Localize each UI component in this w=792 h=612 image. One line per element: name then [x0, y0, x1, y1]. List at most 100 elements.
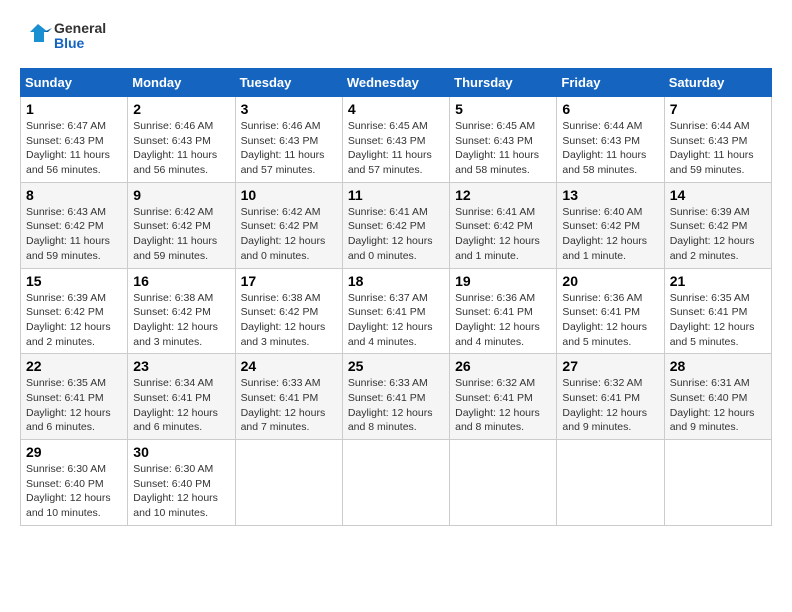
column-header-monday: Monday: [128, 69, 235, 97]
day-info: Sunrise: 6:35 AM Sunset: 6:41 PM Dayligh…: [26, 376, 122, 435]
day-number: 11: [348, 187, 444, 203]
day-info: Sunrise: 6:45 AM Sunset: 6:43 PM Dayligh…: [455, 119, 551, 178]
logo-bird-icon: [20, 20, 52, 52]
day-info: Sunrise: 6:42 AM Sunset: 6:42 PM Dayligh…: [241, 205, 337, 264]
day-info: Sunrise: 6:44 AM Sunset: 6:43 PM Dayligh…: [562, 119, 658, 178]
calendar-cell: 10 Sunrise: 6:42 AM Sunset: 6:42 PM Dayli…: [235, 182, 342, 268]
day-info: Sunrise: 6:36 AM Sunset: 6:41 PM Dayligh…: [455, 291, 551, 350]
day-number: 25: [348, 358, 444, 374]
column-header-thursday: Thursday: [450, 69, 557, 97]
day-info: Sunrise: 6:47 AM Sunset: 6:43 PM Dayligh…: [26, 119, 122, 178]
day-info: Sunrise: 6:35 AM Sunset: 6:41 PM Dayligh…: [670, 291, 766, 350]
calendar-cell: 12 Sunrise: 6:41 AM Sunset: 6:42 PM Dayli…: [450, 182, 557, 268]
day-number: 12: [455, 187, 551, 203]
logo-wordmark: General Blue: [54, 21, 106, 52]
column-header-friday: Friday: [557, 69, 664, 97]
day-info: Sunrise: 6:38 AM Sunset: 6:42 PM Dayligh…: [241, 291, 337, 350]
day-info: Sunrise: 6:33 AM Sunset: 6:41 PM Dayligh…: [241, 376, 337, 435]
day-number: 30: [133, 444, 229, 460]
calendar-cell: 17 Sunrise: 6:38 AM Sunset: 6:42 PM Dayli…: [235, 268, 342, 354]
day-info: Sunrise: 6:42 AM Sunset: 6:42 PM Dayligh…: [133, 205, 229, 264]
day-number: 20: [562, 273, 658, 289]
calendar-cell: 29 Sunrise: 6:30 AM Sunset: 6:40 PM Dayli…: [21, 440, 128, 526]
day-number: 9: [133, 187, 229, 203]
day-info: Sunrise: 6:46 AM Sunset: 6:43 PM Dayligh…: [133, 119, 229, 178]
calendar-cell: 19Sunrise: 6:36 AM Sunset: 6:41 PM Dayli…: [450, 268, 557, 354]
day-number: 13: [562, 187, 658, 203]
day-number: 1: [26, 101, 122, 117]
day-number: 16: [133, 273, 229, 289]
day-number: 10: [241, 187, 337, 203]
calendar-cell: 13 Sunrise: 6:40 AM Sunset: 6:42 PM Dayli…: [557, 182, 664, 268]
day-number: 2: [133, 101, 229, 117]
calendar-week-4: 22 Sunrise: 6:35 AM Sunset: 6:41 PM Dayli…: [21, 354, 772, 440]
day-info: Sunrise: 6:44 AM Sunset: 6:43 PM Dayligh…: [670, 119, 766, 178]
day-info: Sunrise: 6:45 AM Sunset: 6:43 PM Dayligh…: [348, 119, 444, 178]
day-number: 14: [670, 187, 766, 203]
day-info: Sunrise: 6:41 AM Sunset: 6:42 PM Dayligh…: [455, 205, 551, 264]
calendar-cell: 15 Sunrise: 6:39 AM Sunset: 6:42 PM Dayli…: [21, 268, 128, 354]
day-number: 24: [241, 358, 337, 374]
calendar-cell: [235, 440, 342, 526]
calendar-cell: 22 Sunrise: 6:35 AM Sunset: 6:41 PM Dayli…: [21, 354, 128, 440]
calendar-cell: 14 Sunrise: 6:39 AM Sunset: 6:42 PM Dayli…: [664, 182, 771, 268]
day-number: 15: [26, 273, 122, 289]
day-number: 3: [241, 101, 337, 117]
calendar-cell: 30 Sunrise: 6:30 AM Sunset: 6:40 PM Dayli…: [128, 440, 235, 526]
day-info: Sunrise: 6:46 AM Sunset: 6:43 PM Dayligh…: [241, 119, 337, 178]
day-number: 21: [670, 273, 766, 289]
day-info: Sunrise: 6:32 AM Sunset: 6:41 PM Dayligh…: [455, 376, 551, 435]
calendar-cell: 25 Sunrise: 6:33 AM Sunset: 6:41 PM Dayli…: [342, 354, 449, 440]
calendar-cell: [342, 440, 449, 526]
day-info: Sunrise: 6:31 AM Sunset: 6:40 PM Dayligh…: [670, 376, 766, 435]
calendar-cell: 26 Sunrise: 6:32 AM Sunset: 6:41 PM Dayli…: [450, 354, 557, 440]
calendar-cell: 8Sunrise: 6:43 AM Sunset: 6:42 PM Daylig…: [21, 182, 128, 268]
calendar-cell: [450, 440, 557, 526]
day-info: Sunrise: 6:34 AM Sunset: 6:41 PM Dayligh…: [133, 376, 229, 435]
calendar-cell: 20 Sunrise: 6:36 AM Sunset: 6:41 PM Dayli…: [557, 268, 664, 354]
day-info: Sunrise: 6:30 AM Sunset: 6:40 PM Dayligh…: [26, 462, 122, 521]
day-info: Sunrise: 6:40 AM Sunset: 6:42 PM Dayligh…: [562, 205, 658, 264]
calendar-week-1: 1 Sunrise: 6:47 AM Sunset: 6:43 PM Daylig…: [21, 97, 772, 183]
calendar-cell: 16 Sunrise: 6:38 AM Sunset: 6:42 PM Dayli…: [128, 268, 235, 354]
calendar-week-3: 15 Sunrise: 6:39 AM Sunset: 6:42 PM Dayli…: [21, 268, 772, 354]
calendar-cell: 21 Sunrise: 6:35 AM Sunset: 6:41 PM Dayli…: [664, 268, 771, 354]
header-row: SundayMondayTuesdayWednesdayThursdayFrid…: [21, 69, 772, 97]
calendar-cell: [664, 440, 771, 526]
page-header: General Blue: [20, 20, 772, 52]
logo-general: General: [54, 21, 106, 36]
day-number: 8: [26, 187, 122, 203]
calendar-cell: 11 Sunrise: 6:41 AM Sunset: 6:42 PM Dayli…: [342, 182, 449, 268]
column-header-sunday: Sunday: [21, 69, 128, 97]
calendar-cell: 6Sunrise: 6:44 AM Sunset: 6:43 PM Daylig…: [557, 97, 664, 183]
day-number: 23: [133, 358, 229, 374]
calendar-cell: 4Sunrise: 6:45 AM Sunset: 6:43 PM Daylig…: [342, 97, 449, 183]
column-header-wednesday: Wednesday: [342, 69, 449, 97]
calendar-cell: 24 Sunrise: 6:33 AM Sunset: 6:41 PM Dayli…: [235, 354, 342, 440]
day-number: 27: [562, 358, 658, 374]
calendar-cell: 2 Sunrise: 6:46 AM Sunset: 6:43 PM Daylig…: [128, 97, 235, 183]
day-info: Sunrise: 6:39 AM Sunset: 6:42 PM Dayligh…: [670, 205, 766, 264]
column-header-saturday: Saturday: [664, 69, 771, 97]
day-number: 26: [455, 358, 551, 374]
day-info: Sunrise: 6:30 AM Sunset: 6:40 PM Dayligh…: [133, 462, 229, 521]
calendar-cell: 1 Sunrise: 6:47 AM Sunset: 6:43 PM Daylig…: [21, 97, 128, 183]
day-info: Sunrise: 6:36 AM Sunset: 6:41 PM Dayligh…: [562, 291, 658, 350]
logo-text-block: General Blue: [20, 20, 106, 52]
day-number: 28: [670, 358, 766, 374]
day-number: 29: [26, 444, 122, 460]
day-info: Sunrise: 6:41 AM Sunset: 6:42 PM Dayligh…: [348, 205, 444, 264]
day-number: 17: [241, 273, 337, 289]
logo-blue: Blue: [54, 36, 106, 51]
day-info: Sunrise: 6:38 AM Sunset: 6:42 PM Dayligh…: [133, 291, 229, 350]
column-header-tuesday: Tuesday: [235, 69, 342, 97]
calendar-cell: 9 Sunrise: 6:42 AM Sunset: 6:42 PM Daylig…: [128, 182, 235, 268]
day-info: Sunrise: 6:39 AM Sunset: 6:42 PM Dayligh…: [26, 291, 122, 350]
calendar-cell: 7Sunrise: 6:44 AM Sunset: 6:43 PM Daylig…: [664, 97, 771, 183]
day-number: 18: [348, 273, 444, 289]
calendar-cell: [557, 440, 664, 526]
day-number: 22: [26, 358, 122, 374]
logo: General Blue: [20, 20, 106, 52]
day-info: Sunrise: 6:33 AM Sunset: 6:41 PM Dayligh…: [348, 376, 444, 435]
calendar-table: SundayMondayTuesdayWednesdayThursdayFrid…: [20, 68, 772, 526]
